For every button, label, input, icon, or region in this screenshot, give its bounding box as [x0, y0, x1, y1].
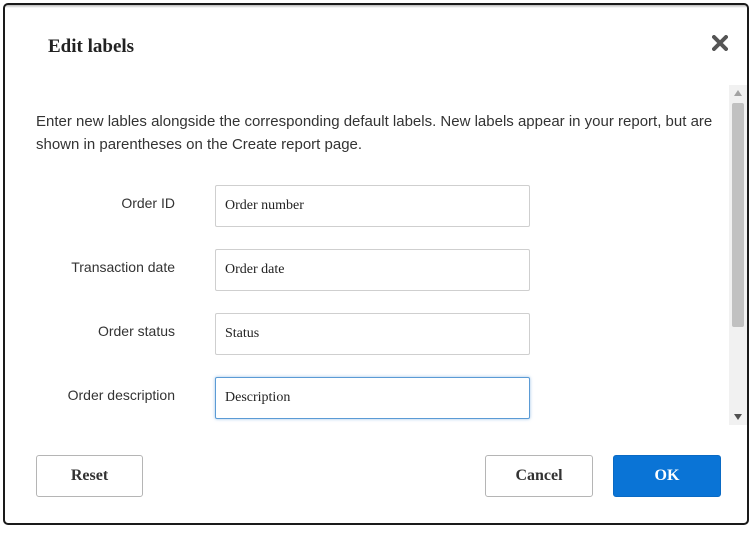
triangle-down-icon: [734, 414, 742, 420]
scroll-up-arrow[interactable]: [729, 85, 747, 101]
dialog-content: Enter new lables alongside the correspon…: [5, 85, 747, 425]
order-description-input[interactable]: [215, 377, 530, 419]
field-label-transaction-date: Transaction date: [71, 259, 175, 275]
cancel-button[interactable]: Cancel: [485, 455, 593, 497]
field-row-order-description: Order description: [5, 377, 565, 421]
intro-text: Enter new lables alongside the correspon…: [36, 113, 713, 153]
field-label-order-status: Order status: [97, 323, 175, 339]
transaction-date-input[interactable]: [215, 249, 530, 291]
triangle-up-icon: [734, 90, 742, 96]
reset-button[interactable]: Reset: [36, 455, 143, 497]
ok-button[interactable]: OK: [613, 455, 721, 497]
close-button[interactable]: [709, 32, 731, 54]
field-row-transaction-date: Transaction date: [5, 249, 565, 293]
edit-labels-dialog: Edit labels Enter new lables alongside t…: [3, 3, 749, 525]
vertical-scrollbar[interactable]: [729, 85, 747, 425]
order-status-input[interactable]: [215, 313, 530, 355]
field-row-order-status: Order status: [5, 313, 565, 357]
scroll-thumb[interactable]: [732, 103, 744, 327]
field-row-order-id: Order ID: [5, 185, 565, 229]
close-icon: [712, 35, 728, 51]
scroll-down-arrow[interactable]: [729, 409, 747, 425]
order-id-input[interactable]: [215, 185, 530, 227]
field-label-order-description: Order description: [67, 387, 175, 403]
dialog-title: Edit labels: [48, 36, 135, 57]
field-label-order-id: Order ID: [121, 195, 175, 211]
dialog-top-shadow: [5, 5, 747, 8]
